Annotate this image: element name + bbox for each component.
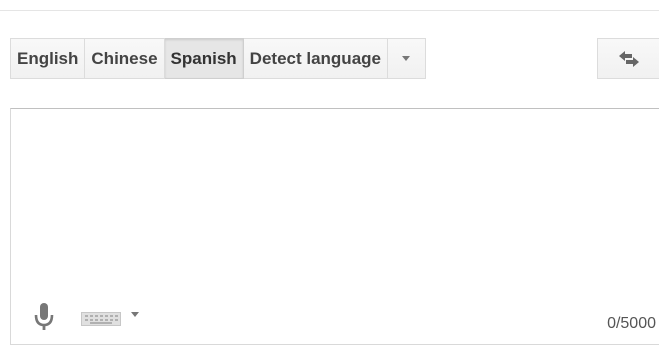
lang-button-detect-language[interactable]: Detect language xyxy=(243,38,388,79)
more-languages-button[interactable] xyxy=(387,38,426,79)
source-text-panel: 0/5000 xyxy=(10,108,659,345)
top-divider xyxy=(0,0,659,11)
lang-button-spanish[interactable]: Spanish xyxy=(164,38,244,79)
chevron-down-icon xyxy=(402,56,411,61)
swap-languages-button[interactable] xyxy=(597,38,659,79)
swap-arrows-icon xyxy=(618,50,639,67)
microphone-icon xyxy=(34,303,54,330)
input-tools-button[interactable] xyxy=(81,309,147,329)
voice-input-button[interactable] xyxy=(34,302,54,332)
lang-button-chinese[interactable]: Chinese xyxy=(85,38,165,79)
character-count: 0/5000 xyxy=(607,315,656,332)
chevron-down-icon xyxy=(131,312,139,317)
keyboard-icon xyxy=(81,312,121,326)
source-language-bar: English Chinese Spanish Detect language xyxy=(10,38,426,79)
lang-button-english[interactable]: English xyxy=(10,38,86,79)
source-text-input[interactable] xyxy=(11,109,651,279)
